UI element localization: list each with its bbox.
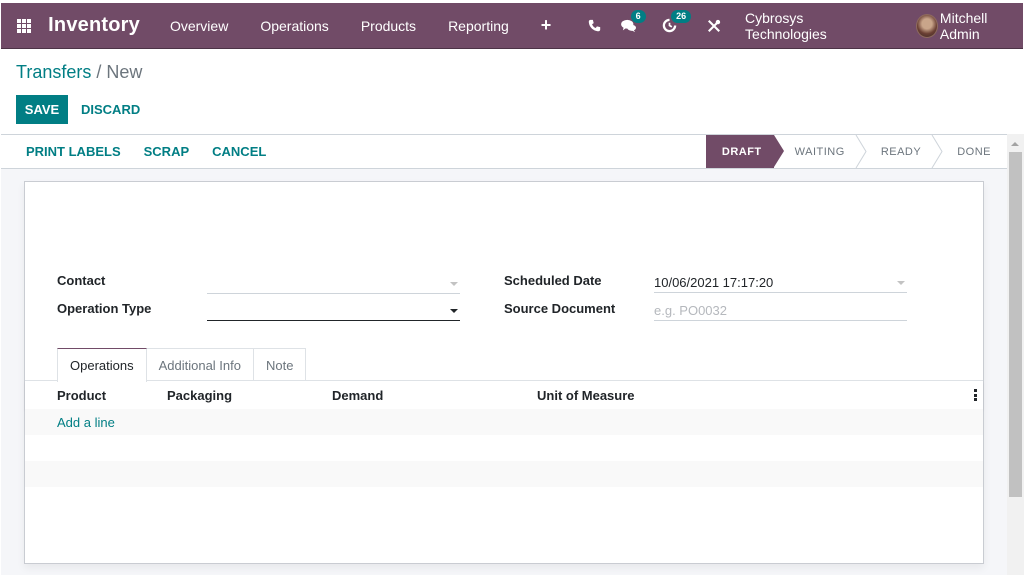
systray: + 6 26 Cybrosys Technologies Mitchell Ad… <box>537 3 1023 48</box>
stage-label: DRAFT <box>721 145 762 158</box>
plus-icon[interactable]: + <box>537 15 555 36</box>
discard-button[interactable]: DISCARD <box>72 95 149 124</box>
table-row <box>25 461 983 487</box>
clock-icon[interactable]: 26 <box>660 9 692 36</box>
contact-label: Contact <box>57 273 106 288</box>
company-switcher[interactable]: Cybrosys Technologies <box>745 10 878 42</box>
stage-pipeline: DRAFT WAITING READY DONE <box>705 135 1007 168</box>
scrap-button[interactable]: SCRAP <box>144 144 190 159</box>
contact-field[interactable] <box>207 274 460 294</box>
tab-operations[interactable]: Operations <box>57 348 147 382</box>
cancel-button[interactable]: CANCEL <box>212 144 266 159</box>
scrollbar[interactable] <box>1007 134 1024 575</box>
operation-type-label: Operation Type <box>57 301 152 316</box>
app-name[interactable]: Inventory <box>48 14 140 37</box>
dropdown-caret-icon[interactable] <box>897 281 905 285</box>
add-line-link[interactable]: Add a line <box>57 415 115 430</box>
save-button[interactable]: SAVE <box>16 95 68 124</box>
column-packaging[interactable]: Packaging <box>167 388 232 403</box>
stage-label: DONE <box>957 145 991 158</box>
tools-icon[interactable] <box>705 16 723 36</box>
stage-label: READY <box>880 145 922 158</box>
user-menu[interactable]: Mitchell Admin <box>915 9 1023 42</box>
stage-draft[interactable]: DRAFT <box>705 135 784 168</box>
breadcrumb-current: New <box>106 62 143 82</box>
activities-badge: 26 <box>671 9 692 23</box>
dropdown-caret-icon[interactable] <box>450 282 458 286</box>
messages-badge: 6 <box>630 9 646 23</box>
operation-type-field[interactable] <box>207 301 460 321</box>
main-menu: Overview Operations Products Reporting <box>154 18 525 34</box>
top-navbar: Inventory Overview Operations Products R… <box>1 3 1023 49</box>
table-row: Add a line <box>25 409 983 435</box>
notebook-tabs: Operations Additional Info Note <box>57 348 307 382</box>
apps-grid-icon[interactable] <box>17 18 32 33</box>
scrollbar-thumb[interactable] <box>1009 152 1022 497</box>
stage-label: WAITING <box>794 145 845 158</box>
stage-done[interactable]: DONE <box>937 135 1007 168</box>
column-unit-of-measure[interactable]: Unit of Measure <box>537 388 635 403</box>
scheduled-date-label: Scheduled Date <box>504 273 602 288</box>
source-document-placeholder: e.g. PO0032 <box>654 303 727 318</box>
column-product[interactable]: Product <box>57 388 106 403</box>
menu-products[interactable]: Products <box>345 18 432 34</box>
column-demand[interactable]: Demand <box>332 388 383 403</box>
status-bar: PRINT LABELS SCRAP CANCEL DRAFT WAITING … <box>1 134 1007 169</box>
table-row <box>25 435 983 461</box>
menu-operations[interactable]: Operations <box>244 18 344 34</box>
print-labels-button[interactable]: PRINT LABELS <box>26 144 121 159</box>
scroll-up-arrow-icon[interactable] <box>1011 142 1019 146</box>
breadcrumb-separator: / <box>96 62 102 82</box>
chat-icon[interactable]: 6 <box>620 9 646 36</box>
menu-reporting[interactable]: Reporting <box>432 18 525 34</box>
scheduled-date-value: 10/06/2021 17:17:20 <box>654 275 774 290</box>
user-name: Mitchell Admin <box>939 9 988 42</box>
optional-columns-icon[interactable] <box>974 389 977 401</box>
avatar <box>915 13 938 38</box>
source-document-label: Source Document <box>504 301 616 316</box>
scheduled-date-field[interactable]: 10/06/2021 17:17:20 <box>654 273 907 293</box>
stage-ready[interactable]: READY <box>861 135 943 168</box>
source-document-field[interactable]: e.g. PO0032 <box>654 301 907 321</box>
stage-waiting[interactable]: WAITING <box>774 135 867 168</box>
breadcrumb: Transfers / New <box>16 62 142 83</box>
tab-additional-info[interactable]: Additional Info <box>145 348 254 381</box>
dropdown-caret-icon[interactable] <box>450 309 458 313</box>
form-sheet: Contact Operation Type Scheduled Date 10… <box>24 181 984 564</box>
breadcrumb-transfers[interactable]: Transfers <box>16 62 91 82</box>
phone-icon[interactable] <box>585 16 603 36</box>
tab-note[interactable]: Note <box>253 348 307 381</box>
table-header: Product Packaging Demand Unit of Measure <box>25 381 983 409</box>
menu-overview[interactable]: Overview <box>154 18 244 34</box>
